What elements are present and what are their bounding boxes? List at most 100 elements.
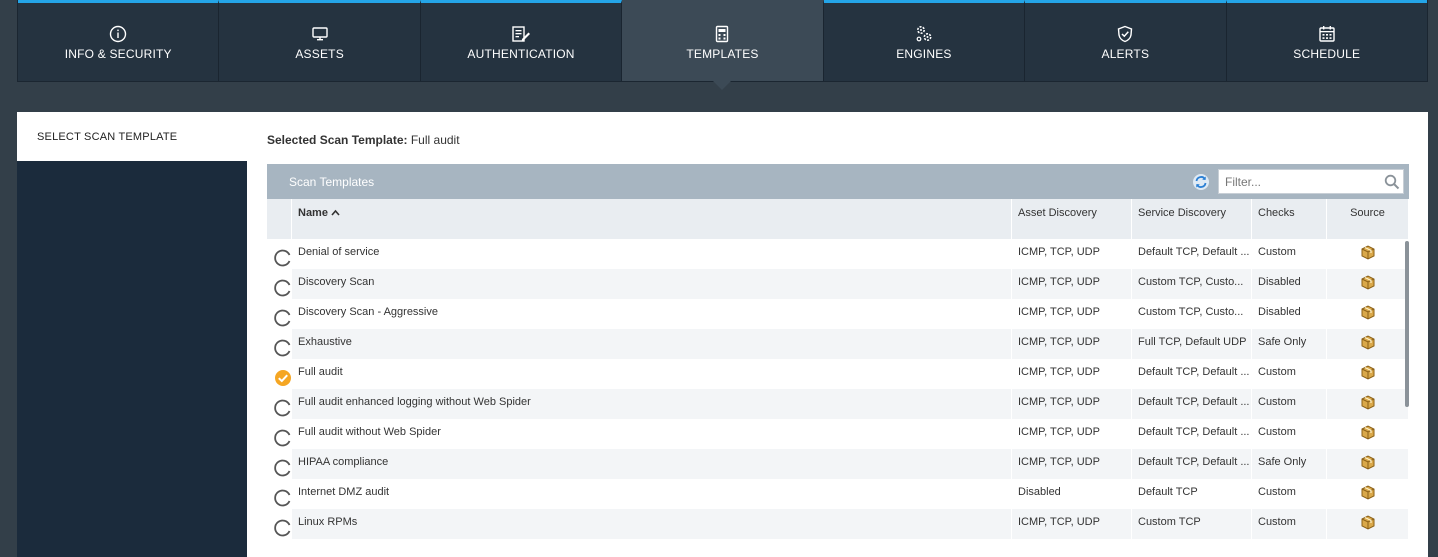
vertical-scrollbar[interactable] — [1405, 241, 1409, 407]
filter-field[interactable] — [1218, 169, 1404, 194]
checks-cell: Custom — [1252, 359, 1327, 389]
radio-icon[interactable] — [274, 429, 291, 449]
table-row[interactable]: Discovery Scan - Aggressive ICMP, TCP, UD… — [267, 299, 1409, 329]
source-cell — [1327, 359, 1409, 389]
tab-schedule[interactable]: SCHEDULE — [1226, 0, 1427, 81]
radio-icon[interactable] — [274, 339, 291, 359]
tab-alerts[interactable]: ALERTS — [1025, 0, 1227, 81]
service-discovery-cell: Default TCP, Default ... — [1132, 419, 1252, 449]
row-select-cell — [267, 239, 292, 269]
search-icon[interactable] — [1384, 174, 1400, 190]
asset-discovery-cell: ICMP, TCP, UDP — [1012, 449, 1132, 479]
package-icon — [1360, 394, 1376, 419]
checks-cell: Custom — [1252, 509, 1327, 539]
table-row[interactable]: Internet DMZ audit Disabled Default TCP Cus… — [267, 479, 1409, 509]
row-select-cell — [267, 359, 292, 389]
package-icon — [1360, 304, 1376, 329]
column-header-name-label: Name — [298, 207, 328, 219]
template-name-cell: Full audit enhanced logging without Web … — [292, 389, 1012, 419]
source-cell — [1327, 239, 1409, 269]
template-name-cell: Linux RPMs — [292, 509, 1012, 539]
source-cell — [1327, 329, 1409, 359]
tab-label: SCHEDULE — [1293, 47, 1361, 61]
top-tab-bar: INFO & SECURITY ASSETS AUTHENTICATION TE… — [17, 0, 1428, 90]
checks-cell: Disabled — [1252, 299, 1327, 329]
asset-discovery-cell: Disabled — [1012, 479, 1132, 509]
asset-discovery-cell: ICMP, TCP, UDP — [1012, 389, 1132, 419]
radio-icon[interactable] — [274, 459, 291, 479]
template-rows: Denial of service ICMP, TCP, UDP Default T… — [267, 239, 1409, 539]
table-row[interactable]: Full audit enhanced logging without Web … — [267, 389, 1409, 419]
template-name-cell: Exhaustive — [292, 329, 1012, 359]
column-header-service-discovery[interactable]: Service Discovery — [1132, 199, 1252, 239]
calendar-icon — [1317, 24, 1337, 44]
service-discovery-cell: Default TCP, Default ... — [1132, 449, 1252, 479]
template-name-cell: Internet DMZ audit — [292, 479, 1012, 509]
template-name-cell: Full audit without Web Spider — [292, 419, 1012, 449]
source-cell — [1327, 419, 1409, 449]
row-select-cell — [267, 479, 292, 509]
tab-templates[interactable]: TEMPLATES — [622, 0, 824, 90]
table-row[interactable]: HIPAA compliance ICMP, TCP, UDP Default TC… — [267, 449, 1409, 479]
info-icon — [108, 24, 128, 44]
column-header-asset-discovery[interactable]: Asset Discovery — [1012, 199, 1132, 239]
main-content: Selected Scan Template: Full audit Scan … — [247, 112, 1428, 557]
checks-cell: Custom — [1252, 389, 1327, 419]
column-header-name[interactable]: Name — [292, 199, 1012, 239]
radio-icon[interactable] — [274, 249, 291, 269]
tab-label: ASSETS — [295, 47, 344, 61]
selected-template-value: Full audit — [410, 133, 460, 147]
tab-engines[interactable]: ENGINES — [823, 0, 1026, 81]
table-row[interactable]: Full audit ICMP, TCP, UDP Default TCP, Def… — [267, 359, 1409, 389]
asset-discovery-cell: ICMP, TCP, UDP — [1012, 239, 1132, 269]
asset-discovery-cell: ICMP, TCP, UDP — [1012, 419, 1132, 449]
template-name-cell: HIPAA compliance — [292, 449, 1012, 479]
table-row[interactable]: Discovery Scan ICMP, TCP, UDP Custom TCP, … — [267, 269, 1409, 299]
selected-template-line: Selected Scan Template: Full audit — [267, 133, 460, 147]
radio-icon[interactable] — [274, 309, 291, 329]
filter-input[interactable] — [1219, 170, 1379, 193]
radio-icon[interactable] — [274, 399, 291, 419]
tab-label: ALERTS — [1101, 47, 1150, 61]
column-header-source[interactable]: Source — [1327, 199, 1409, 239]
radio-icon[interactable] — [274, 519, 291, 539]
radio-icon[interactable] — [274, 279, 291, 299]
template-name-cell: Denial of service — [292, 239, 1012, 269]
left-panel: SELECT SCAN TEMPLATE — [17, 112, 247, 557]
selected-template-label: Selected Scan Template: — [267, 133, 408, 147]
sort-ascending-icon — [331, 209, 340, 216]
table-row[interactable]: Exhaustive ICMP, TCP, UDP Full TCP, Defaul… — [267, 329, 1409, 359]
row-select-cell — [267, 389, 292, 419]
tab-label: TEMPLATES — [686, 47, 759, 61]
column-header-checks[interactable]: Checks — [1252, 199, 1327, 239]
asset-discovery-cell: ICMP, TCP, UDP — [1012, 269, 1132, 299]
radio-checked-icon[interactable] — [274, 370, 291, 389]
package-icon — [1360, 424, 1376, 449]
asset-discovery-cell: ICMP, TCP, UDP — [1012, 329, 1132, 359]
row-select-cell — [267, 509, 292, 539]
refresh-icon[interactable] — [1192, 173, 1210, 191]
table-row[interactable]: Full audit without Web Spider ICMP, TCP, … — [267, 419, 1409, 449]
tab-assets[interactable]: ASSETS — [219, 0, 421, 81]
table-row[interactable]: Linux RPMs ICMP, TCP, UDP Custom TCP Custom — [267, 509, 1409, 539]
table-row[interactable]: Denial of service ICMP, TCP, UDP Default T… — [267, 239, 1409, 269]
radio-icon[interactable] — [274, 489, 291, 509]
template-name-cell: Discovery Scan - Aggressive — [292, 299, 1012, 329]
edit-doc-icon — [511, 24, 531, 44]
package-icon — [1360, 334, 1376, 359]
package-icon — [1360, 514, 1376, 539]
template-name-cell: Discovery Scan — [292, 269, 1012, 299]
tab-authentication[interactable]: AUTHENTICATION — [420, 0, 623, 81]
checks-cell: Safe Only — [1252, 449, 1327, 479]
gears-icon — [914, 24, 934, 44]
source-cell — [1327, 509, 1409, 539]
service-discovery-cell: Custom TCP — [1132, 509, 1252, 539]
shield-check-icon — [1115, 24, 1135, 44]
row-select-cell — [267, 419, 292, 449]
package-icon — [1360, 454, 1376, 479]
row-select-cell — [267, 449, 292, 479]
left-panel-heading[interactable]: SELECT SCAN TEMPLATE — [17, 112, 247, 161]
package-icon — [1360, 364, 1376, 389]
tab-info-security[interactable]: INFO & SECURITY — [18, 0, 220, 81]
column-header-select — [267, 199, 292, 239]
